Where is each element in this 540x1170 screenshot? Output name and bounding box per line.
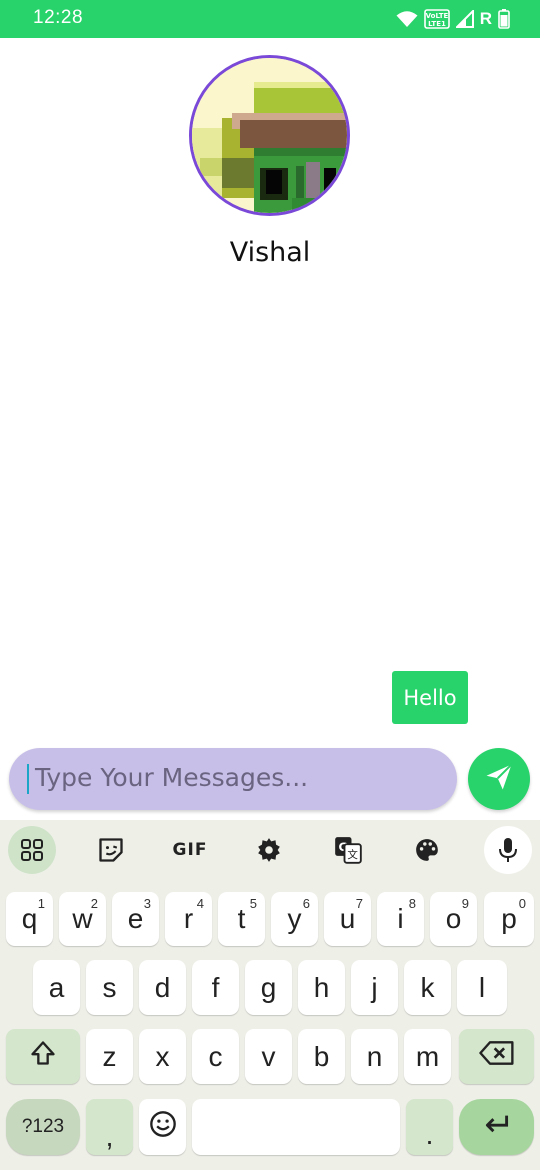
message-bubble-outgoing[interactable]: Hello — [392, 671, 468, 724]
enter-key[interactable] — [459, 1099, 534, 1155]
status-icons: VoLTE LTE1 R — [396, 8, 510, 30]
key-m[interactable]: m — [404, 1029, 451, 1084]
key-o[interactable]: o9 — [430, 892, 477, 946]
keyboard: GIF G文 q1 w2 e3 r4 t5 y6 u7 i8 o9 p0 a s… — [0, 820, 540, 1170]
period-key[interactable]: . — [406, 1099, 453, 1155]
key-hint: 6 — [302, 896, 310, 911]
key-hint: 2 — [90, 896, 98, 911]
key-label: i — [397, 903, 404, 934]
space-key[interactable] — [192, 1099, 400, 1155]
gif-icon[interactable]: GIF — [166, 826, 214, 874]
key-label: e — [127, 903, 144, 934]
profile-avatar[interactable] — [189, 55, 350, 216]
shift-icon — [28, 1039, 58, 1074]
roaming-indicator: R — [479, 9, 492, 28]
key-label: y — [287, 903, 302, 934]
keyboard-toolbar: GIF G文 — [0, 820, 540, 880]
key-u[interactable]: u7 — [324, 892, 371, 946]
sticker-icon[interactable] — [87, 826, 135, 874]
key-hint: 8 — [408, 896, 416, 911]
key-hint: 4 — [196, 896, 204, 911]
emoji-key[interactable] — [139, 1099, 186, 1155]
key-label: q — [21, 903, 38, 934]
shift-key[interactable] — [6, 1029, 80, 1084]
key-label: w — [72, 903, 93, 934]
wifi-icon — [396, 10, 418, 28]
contact-name: Vishal — [229, 237, 311, 268]
message-input[interactable]: Type Your Messages... — [9, 748, 457, 810]
key-l[interactable]: l — [457, 960, 507, 1015]
svg-text:VoLTE: VoLTE — [425, 12, 448, 20]
key-label: t — [237, 903, 246, 934]
key-z[interactable]: z — [86, 1029, 133, 1084]
message-input-placeholder: Type Your Messages... — [35, 763, 309, 792]
key-hint: 5 — [249, 896, 257, 911]
key-g[interactable]: g — [245, 960, 292, 1015]
key-label: o — [445, 903, 462, 934]
key-x[interactable]: x — [139, 1029, 186, 1084]
symbols-key[interactable]: ?123 — [6, 1099, 80, 1155]
key-hint: 1 — [37, 896, 45, 911]
key-y[interactable]: y6 — [271, 892, 318, 946]
key-b[interactable]: b — [298, 1029, 345, 1084]
key-p[interactable]: p0 — [484, 892, 534, 946]
gif-label: GIF — [172, 840, 208, 860]
key-s[interactable]: s — [86, 960, 133, 1015]
signal-icon — [455, 10, 474, 28]
svg-text:LTE1: LTE1 — [428, 20, 446, 28]
key-label: r — [183, 903, 194, 934]
key-w[interactable]: w2 — [59, 892, 106, 946]
key-t[interactable]: t5 — [218, 892, 265, 946]
status-time: 12:28 — [33, 7, 84, 28]
backspace-key[interactable] — [459, 1029, 534, 1084]
chat-screen: 12:28 VoLTE LTE1 R Vishal Hello Type You… — [0, 0, 540, 1170]
pixel-art-avatar — [192, 58, 347, 213]
settings-icon[interactable] — [245, 826, 293, 874]
battery-icon — [498, 9, 510, 29]
key-hint: 3 — [143, 896, 151, 911]
key-f[interactable]: f — [192, 960, 239, 1015]
apps-grid-icon[interactable] — [8, 826, 56, 874]
volte-icon: VoLTE LTE1 — [423, 9, 450, 29]
period-label: . — [425, 1119, 434, 1150]
key-r[interactable]: r4 — [165, 892, 212, 946]
send-icon — [484, 762, 514, 796]
svg-text:文: 文 — [347, 848, 358, 861]
key-a[interactable]: a — [33, 960, 80, 1015]
comma-key[interactable]: , — [86, 1099, 133, 1155]
key-label: p — [501, 903, 517, 934]
status-bar: 12:28 VoLTE LTE1 R — [0, 0, 540, 38]
send-button[interactable] — [468, 748, 530, 810]
key-hint: 9 — [461, 896, 469, 911]
key-e[interactable]: e3 — [112, 892, 159, 946]
translate-icon[interactable]: G文 — [324, 826, 372, 874]
backspace-icon — [478, 1040, 515, 1073]
text-caret — [27, 764, 29, 794]
mic-icon[interactable] — [484, 826, 532, 874]
key-h[interactable]: h — [298, 960, 345, 1015]
key-c[interactable]: c — [192, 1029, 239, 1084]
key-hint: 0 — [518, 896, 526, 911]
key-v[interactable]: v — [245, 1029, 292, 1084]
key-n[interactable]: n — [351, 1029, 398, 1084]
palette-icon[interactable] — [403, 826, 451, 874]
key-label: u — [339, 903, 356, 934]
enter-icon — [482, 1111, 512, 1143]
key-k[interactable]: k — [404, 960, 451, 1015]
key-d[interactable]: d — [139, 960, 186, 1015]
key-i[interactable]: i8 — [377, 892, 424, 946]
key-q[interactable]: q1 — [6, 892, 53, 946]
key-j[interactable]: j — [351, 960, 398, 1015]
key-hint: 7 — [355, 896, 363, 911]
comma-label: , — [105, 1121, 114, 1152]
emoji-icon — [149, 1110, 177, 1145]
